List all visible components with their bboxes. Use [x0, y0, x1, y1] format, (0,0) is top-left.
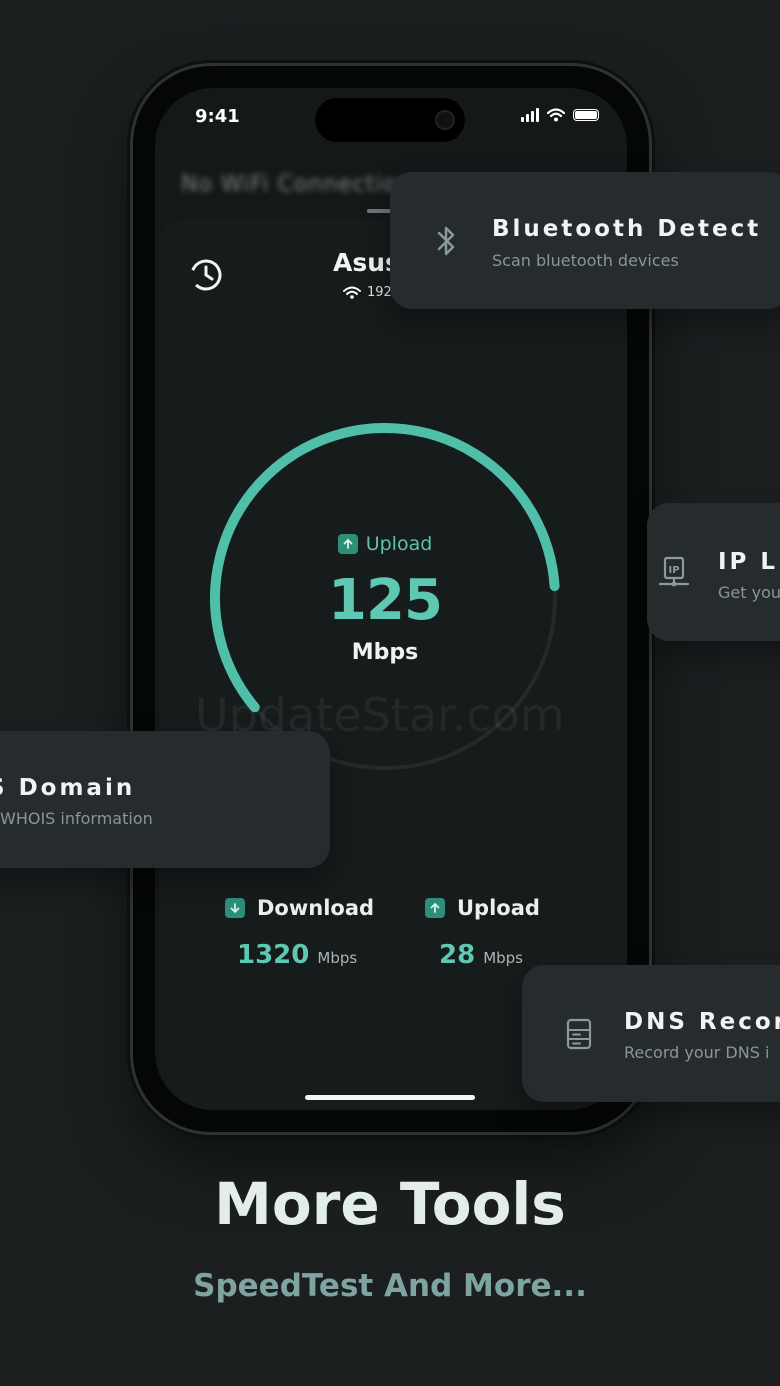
tool-card-bluetooth[interactable]: Bluetooth Detect Scan bluetooth devices — [390, 172, 780, 309]
tool-subtitle: WHOIS information — [0, 809, 153, 828]
battery-icon — [573, 109, 599, 121]
dynamic-island — [315, 98, 465, 142]
wifi-icon — [343, 286, 361, 299]
camera-icon — [435, 110, 455, 130]
promo-subtitle: SpeedTest And More... — [193, 1268, 587, 1304]
upload-stat: Upload 28 Mbps — [425, 896, 540, 970]
svg-text:IP: IP — [668, 565, 679, 576]
promo-title: More Tools — [214, 1170, 566, 1238]
gauge-unit: Mbps — [351, 640, 419, 665]
status-icons — [521, 108, 599, 122]
tool-subtitle: Scan bluetooth devices — [492, 251, 679, 270]
tool-subtitle: Get you — [718, 583, 780, 602]
download-value: 1320 — [237, 940, 310, 970]
tool-card-domain[interactable]: S Domain WHOIS information — [0, 731, 330, 868]
wifi-status-icon — [547, 108, 565, 122]
download-label: Download — [257, 896, 375, 920]
upload-unit: Mbps — [483, 949, 523, 967]
tool-title: Bluetooth Detect — [492, 216, 762, 242]
blurred-header: No WiFi Connection — [181, 172, 412, 197]
tool-title: IP L — [718, 549, 779, 575]
tool-title: DNS Recor — [624, 1009, 780, 1035]
network-info: 192 — [343, 285, 392, 300]
download-stat: Download 1320 Mbps — [225, 896, 374, 970]
tool-card-dns[interactable]: DNS Recor Record your DNS i — [522, 965, 780, 1102]
cellular-signal-icon — [521, 108, 539, 122]
upload-label: Upload — [457, 896, 540, 920]
download-arrow-icon — [225, 898, 245, 918]
upload-arrow-icon — [337, 534, 358, 554]
bluetooth-icon — [437, 226, 455, 256]
status-time: 9:41 — [195, 106, 240, 127]
upload-value: 28 — [439, 940, 476, 970]
tool-title: S Domain — [0, 775, 136, 801]
network-ip: 192 — [367, 285, 392, 300]
home-indicator[interactable] — [305, 1095, 475, 1100]
tool-card-ip[interactable]: IP IP L Get you — [647, 503, 780, 641]
history-icon[interactable] — [189, 258, 223, 292]
download-unit: Mbps — [317, 949, 358, 967]
upload-arrow-icon — [425, 898, 445, 918]
gauge-value: 125 — [328, 568, 443, 633]
gauge-label-text: Upload — [365, 533, 433, 555]
tool-subtitle: Record your DNS i — [624, 1043, 770, 1062]
dns-icon — [566, 1018, 592, 1050]
gauge-label: Upload — [203, 533, 567, 555]
ip-icon: IP — [658, 556, 690, 587]
